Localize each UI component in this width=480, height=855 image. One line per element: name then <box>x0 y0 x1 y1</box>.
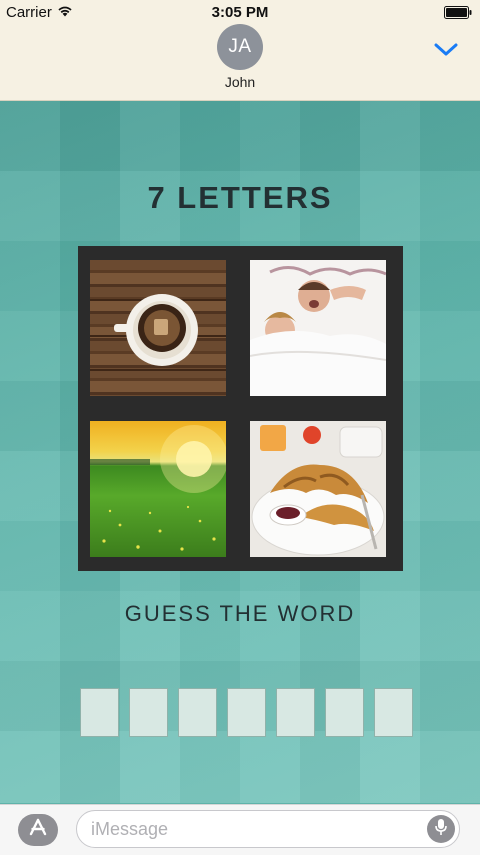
letter-slot-1[interactable] <box>80 688 119 737</box>
letter-slot-5[interactable] <box>276 688 315 737</box>
photo-grid <box>78 246 403 571</box>
contact-name[interactable]: John <box>0 74 480 90</box>
contact-avatar[interactable]: JA <box>217 24 263 70</box>
photo-croissant-breakfast <box>250 421 386 557</box>
guess-prompt: GUESS THE WORD <box>124 601 356 626</box>
compose-bar <box>0 804 480 855</box>
chevron-down-icon <box>434 43 458 62</box>
letter-slot-4[interactable] <box>227 688 266 737</box>
app-store-button[interactable] <box>18 814 58 846</box>
microphone-icon <box>434 818 448 841</box>
answer-letter-slots <box>80 688 413 737</box>
status-time: 3:05 PM <box>211 3 269 21</box>
letter-slot-6[interactable] <box>325 688 364 737</box>
message-input[interactable] <box>76 810 460 848</box>
collapse-button[interactable] <box>432 40 460 64</box>
letter-slot-7[interactable] <box>374 688 413 737</box>
letter-slot-2[interactable] <box>129 688 168 737</box>
letter-count-title: 7 LETTERS <box>147 180 333 215</box>
game-area: 7 LETTERS GUESS THE WORD <box>0 101 480 803</box>
status-bar: Carrier 3:05 PM <box>0 0 480 24</box>
conversation-header: JA John <box>0 24 480 101</box>
dictation-button[interactable] <box>427 815 455 843</box>
app-store-icon <box>27 818 49 843</box>
photo-coffee <box>90 260 226 396</box>
letter-slot-3[interactable] <box>178 688 217 737</box>
photo-sunrise-field <box>90 421 226 557</box>
photo-couple-bed <box>250 260 386 396</box>
